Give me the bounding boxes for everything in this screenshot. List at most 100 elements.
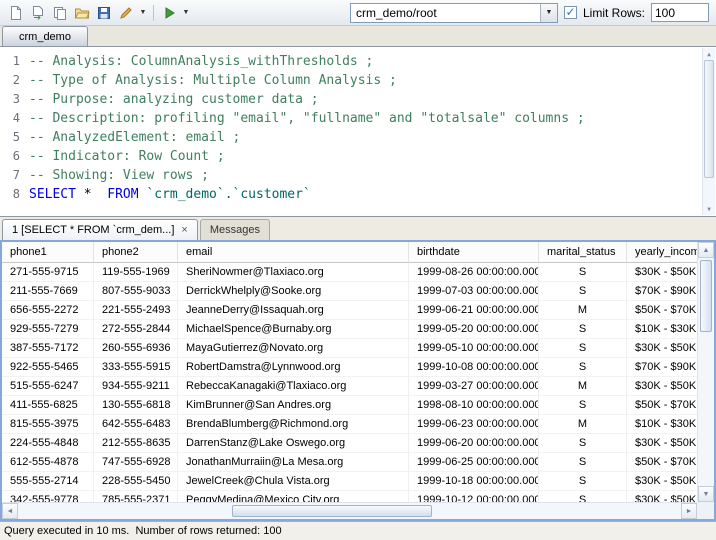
table-cell: 1999-08-26 00:00:00.000 [409, 263, 539, 282]
chevron-down-icon[interactable]: ▼ [540, 4, 557, 22]
results-grid[interactable]: phone1phone2emailbirthdatemarital_status… [2, 242, 697, 502]
scrollbar-thumb[interactable] [232, 505, 432, 517]
table-cell: 929-555-7279 [2, 320, 94, 339]
table-row[interactable]: 387-555-7172260-555-6936MayaGutierrez@No… [2, 339, 697, 358]
table-cell: $50K - $70K [627, 301, 697, 320]
table-cell: 333-555-5915 [94, 358, 178, 377]
scroll-down-icon[interactable]: ▼ [698, 486, 714, 502]
code-text: -- Description: profiling "email", "full… [29, 109, 585, 128]
table-cell: 1999-06-21 00:00:00.000 [409, 301, 539, 320]
table-cell: JonathanMurraiin@La Mesa.org [178, 453, 409, 472]
table-cell: 934-555-9211 [94, 377, 178, 396]
scrollbar-thumb[interactable] [704, 60, 714, 178]
table-row[interactable]: 342-555-9778785-555-2371PeggyMedina@Mexi… [2, 491, 697, 502]
results-tabbar: 1 [SELECT * FROM `crm_dem...]×Messages [0, 217, 716, 240]
table-cell: M [539, 377, 627, 396]
results-tab[interactable]: Messages [200, 219, 270, 240]
results-table-container: phone1phone2emailbirthdatemarital_status… [0, 240, 716, 521]
new-sql-editor-icon[interactable] [5, 2, 27, 23]
main-toolbar: ▼ ▼ crm_demo/root ▼ ✓ Limit Rows: [0, 0, 716, 26]
vertical-scrollbar[interactable]: ▲ ▼ [697, 242, 714, 502]
table-row[interactable]: 271-555-9715119-555-1969SheriNowmer@Tlax… [2, 263, 697, 282]
table-header-cell[interactable]: marital_status [539, 242, 627, 263]
table-header-cell[interactable]: yearly_income [627, 242, 697, 263]
save-icon[interactable] [93, 2, 115, 23]
edit-icon[interactable] [115, 2, 137, 23]
limit-rows-checkbox[interactable]: ✓ [564, 6, 577, 19]
code-text: SELECT * FROM `crm_demo`.`customer` [29, 185, 311, 204]
results-tab[interactable]: 1 [SELECT * FROM `crm_dem...]× [2, 219, 198, 240]
table-header-cell[interactable]: phone2 [94, 242, 178, 263]
table-cell: 342-555-9778 [2, 491, 94, 502]
export-icon[interactable] [27, 2, 49, 23]
results-header-row: phone1phone2emailbirthdatemarital_status… [2, 242, 697, 263]
run-query-icon[interactable] [158, 2, 180, 23]
code-text: -- Showing: View rows ; [29, 166, 209, 185]
line-number: 5 [0, 128, 20, 147]
sql-editor[interactable]: 1-- Analysis: ColumnAnalysis_withThresho… [0, 47, 716, 217]
table-cell: SheriNowmer@Tlaxiaco.org [178, 263, 409, 282]
editor-line: 8SELECT * FROM `crm_demo`.`customer` [0, 185, 716, 204]
scroll-up-icon[interactable]: ▲ [698, 242, 714, 258]
table-cell: 815-555-3975 [2, 415, 94, 434]
table-cell: 119-555-1969 [94, 263, 178, 282]
table-row[interactable]: 929-555-7279272-555-2844MichaelSpence@Bu… [2, 320, 697, 339]
table-cell: 1999-06-20 00:00:00.000 [409, 434, 539, 453]
table-row[interactable]: 411-555-6825130-555-6818KimBrunner@San A… [2, 396, 697, 415]
line-number: 1 [0, 52, 20, 71]
scrollbar-thumb[interactable] [700, 260, 712, 332]
scroll-up-icon[interactable]: ▲ [703, 48, 715, 60]
editor-line: 4 -- Description: profiling "email", "ful… [0, 109, 716, 128]
open-file-icon[interactable] [71, 2, 93, 23]
table-cell: $10K - $30K [627, 320, 697, 339]
table-cell: DarrenStanz@Lake Oswego.org [178, 434, 409, 453]
table-row[interactable]: 211-555-7669807-555-9033DerrickWhelply@S… [2, 282, 697, 301]
table-header-cell[interactable]: birthdate [409, 242, 539, 263]
table-cell: 212-555-8635 [94, 434, 178, 453]
table-row[interactable]: 224-555-4848212-555-8635DarrenStanz@Lake… [2, 434, 697, 453]
scroll-right-icon[interactable]: ► [681, 503, 697, 519]
editor-vertical-scrollbar[interactable]: ▲ ▼ [702, 48, 715, 215]
editor-line: 6-- Indicator: Row Count ; [0, 147, 716, 166]
close-tab-icon[interactable]: × [181, 225, 187, 236]
table-cell: 272-555-2844 [94, 320, 178, 339]
table-cell: 807-555-9033 [94, 282, 178, 301]
table-cell: BrendaBlumberg@Richmond.org [178, 415, 409, 434]
table-cell: $30K - $50K [627, 263, 697, 282]
results-table: phone1phone2emailbirthdatemarital_status… [2, 242, 697, 502]
line-number: 3 [0, 90, 20, 109]
table-cell: 387-555-7172 [2, 339, 94, 358]
table-cell: S [539, 358, 627, 377]
table-cell: $30K - $50K [627, 339, 697, 358]
line-number: 4 [0, 109, 20, 128]
limit-rows-input[interactable] [651, 3, 709, 22]
table-cell: 1999-06-23 00:00:00.000 [409, 415, 539, 434]
editor-line: 2-- Type of Analysis: Multiple Column An… [0, 71, 716, 90]
table-row[interactable]: 515-555-6247934-555-9211RebeccaKanagaki@… [2, 377, 697, 396]
chevron-down-icon[interactable]: ▼ [180, 2, 192, 23]
table-row[interactable]: 656-555-2272221-555-2493JeanneDerry@Issa… [2, 301, 697, 320]
table-cell: M [539, 301, 627, 320]
table-row[interactable]: 555-555-2714228-555-5450JewelCreek@Chula… [2, 472, 697, 491]
chevron-down-icon[interactable]: ▼ [137, 2, 149, 23]
editor-line: 5-- AnalyzedElement: email ; [0, 128, 716, 147]
copy-icon[interactable] [49, 2, 71, 23]
horizontal-scrollbar[interactable]: ◄ ► [2, 502, 697, 519]
results-tbody: 271-555-9715119-555-1969SheriNowmer@Tlax… [2, 263, 697, 502]
connection-combo[interactable]: crm_demo/root ▼ [350, 3, 558, 23]
scroll-down-icon[interactable]: ▼ [703, 203, 715, 215]
table-cell: 656-555-2272 [2, 301, 94, 320]
table-cell: $30K - $50K [627, 491, 697, 502]
table-row[interactable]: 815-555-3975642-555-6483BrendaBlumberg@R… [2, 415, 697, 434]
scroll-left-icon[interactable]: ◄ [2, 503, 18, 519]
tab-crm-demo[interactable]: crm_demo [2, 26, 88, 46]
table-header-cell[interactable]: email [178, 242, 409, 263]
table-cell: 555-555-2714 [2, 472, 94, 491]
table-row[interactable]: 612-555-4878747-555-6928JonathanMurraiin… [2, 453, 697, 472]
table-cell: 271-555-9715 [2, 263, 94, 282]
table-cell: 1999-05-10 00:00:00.000 [409, 339, 539, 358]
table-header-cell[interactable]: phone1 [2, 242, 94, 263]
table-row[interactable]: 922-555-5465333-555-5915RobertDamstra@Ly… [2, 358, 697, 377]
line-number: 6 [0, 147, 20, 166]
table-cell: S [539, 282, 627, 301]
